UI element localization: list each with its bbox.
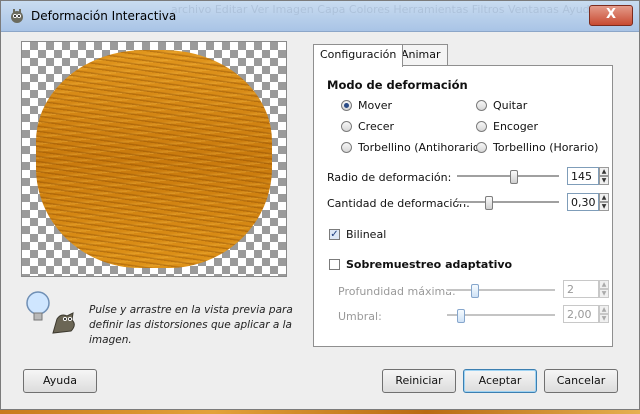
tab-configuracion[interactable]: Configuración <box>313 44 404 67</box>
supersample-label: Sobremuestreo adaptativo <box>346 258 513 271</box>
slider-thumb[interactable] <box>510 170 518 184</box>
depth-spinbutton[interactable]: 2 ▲ ▼ <box>563 280 609 298</box>
radio-button[interactable] <box>476 100 487 111</box>
hint-text: Pulse y arrastre en la vista previa para… <box>89 304 293 346</box>
radius-slider[interactable] <box>457 170 559 184</box>
radio-button[interactable] <box>341 142 352 153</box>
slider-thumb[interactable] <box>485 196 493 210</box>
spin-arrows: ▲ ▼ <box>599 193 609 211</box>
window-title: Deformación Interactiva <box>31 9 177 23</box>
radio-label: Torbellino (Antihorario) <box>358 141 484 154</box>
spin-arrows: ▲ ▼ <box>599 280 609 298</box>
spin-down-icon[interactable]: ▼ <box>599 289 609 298</box>
tab-label: Animar <box>401 48 441 61</box>
threshold-value[interactable]: 2,00 <box>563 305 599 323</box>
slider-thumb[interactable] <box>457 309 465 323</box>
radius-value[interactable]: 145 <box>567 167 599 185</box>
radio-quitar[interactable]: Quitar <box>476 99 527 112</box>
warped-image-preview[interactable] <box>36 50 272 268</box>
button-label: Reiniciar <box>395 374 443 387</box>
amount-value[interactable]: 0,30 <box>567 193 599 211</box>
radio-label: Crecer <box>358 120 395 133</box>
radio-encoger[interactable]: Encoger <box>476 120 538 133</box>
threshold-label: Umbral: <box>338 310 382 323</box>
gimp-icon <box>11 9 23 23</box>
radio-crecer[interactable]: Crecer <box>341 120 394 133</box>
slider-track <box>457 201 559 204</box>
close-icon: X <box>605 7 617 22</box>
cancel-button[interactable]: Cancelar <box>544 369 618 393</box>
spin-down-icon[interactable]: ▼ <box>599 202 609 211</box>
button-label: Cancelar <box>556 374 606 387</box>
button-label: Ayuda <box>43 374 77 387</box>
settings-panel: Modo de deformación Mover Quitar Crecer … <box>313 65 613 347</box>
depth-value[interactable]: 2 <box>563 280 599 298</box>
supersample-checkbox-row[interactable]: Sobremuestreo adaptativo <box>329 258 512 271</box>
bilinear-checkbox[interactable]: ✓ <box>329 229 340 240</box>
spin-down-icon[interactable]: ▼ <box>599 176 609 185</box>
warp-dialog: Deformación Interactiva archivo Editar V… <box>0 0 640 410</box>
ok-button[interactable]: Aceptar <box>463 369 537 393</box>
radio-torbellino-horario[interactable]: Torbellino (Horario) <box>476 141 598 154</box>
amount-slider[interactable] <box>457 196 559 210</box>
amount-label: Cantidad de deformación: <box>327 197 470 210</box>
radio-button[interactable] <box>341 121 352 132</box>
bilinear-label: Bilineal <box>346 228 387 241</box>
background-window-text: archivo Editar Ver Imagen Capa Colores H… <box>171 3 597 16</box>
radio-button[interactable] <box>476 142 487 153</box>
mode-section-title: Modo de deformación <box>327 78 468 92</box>
radio-button[interactable] <box>476 121 487 132</box>
titlebar: Deformación Interactiva archivo Editar V… <box>1 1 639 32</box>
button-label: Aceptar <box>478 374 522 387</box>
reset-button[interactable]: Reiniciar <box>382 369 456 393</box>
radio-mover[interactable]: Mover <box>341 99 392 112</box>
slider-track <box>457 175 559 178</box>
close-button[interactable]: X <box>589 5 633 26</box>
depth-label: Profundidad máxima: <box>338 285 456 298</box>
depth-slider[interactable] <box>447 284 555 298</box>
radius-spinbutton[interactable]: 145 ▲ ▼ <box>567 167 609 185</box>
radio-torbellino-antihorario[interactable]: Torbellino (Antihorario) <box>341 141 484 154</box>
bilinear-checkbox-row[interactable]: ✓ Bilineal <box>329 228 386 241</box>
radio-label: Mover <box>358 99 393 112</box>
spin-arrows: ▲ ▼ <box>599 167 609 185</box>
radio-button[interactable] <box>341 100 352 111</box>
radius-label: Radio de deformación: <box>327 171 452 184</box>
lightbulb-wilber-icon <box>26 291 75 334</box>
radio-label: Encoger <box>493 120 538 133</box>
slider-thumb[interactable] <box>471 284 479 298</box>
threshold-slider[interactable] <box>447 309 555 323</box>
threshold-spinbutton[interactable]: 2,00 ▲ ▼ <box>563 305 609 323</box>
radio-label: Quitar <box>493 99 528 112</box>
supersample-checkbox[interactable] <box>329 259 340 270</box>
amount-spinbutton[interactable]: 0,30 ▲ ▼ <box>567 193 609 211</box>
tab-label: Configuración <box>320 48 397 61</box>
slider-track <box>447 289 555 292</box>
help-button[interactable]: Ayuda <box>23 369 97 393</box>
spin-up-icon[interactable]: ▲ <box>599 167 609 176</box>
radio-label: Torbellino (Horario) <box>493 141 599 154</box>
spin-up-icon[interactable]: ▲ <box>599 193 609 202</box>
spin-down-icon[interactable]: ▼ <box>599 314 609 323</box>
spin-arrows: ▲ ▼ <box>599 305 609 323</box>
spin-up-icon[interactable]: ▲ <box>599 305 609 314</box>
spin-up-icon[interactable]: ▲ <box>599 280 609 289</box>
preview-canvas[interactable] <box>21 41 287 277</box>
